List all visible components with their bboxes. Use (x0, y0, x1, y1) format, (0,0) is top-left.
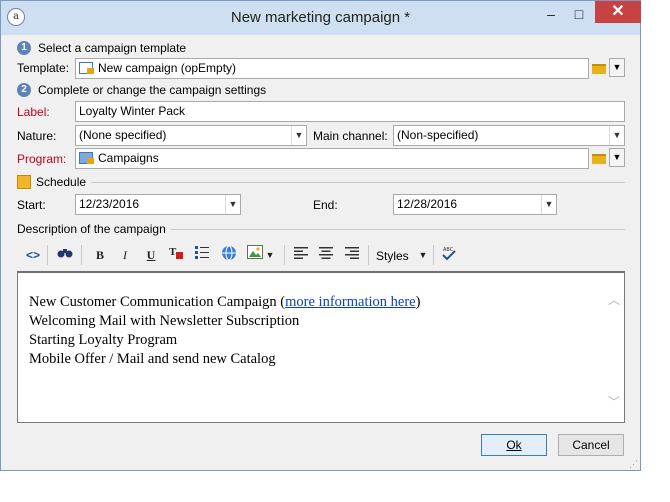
main-channel-select[interactable]: (Non-specified) ▼ (393, 125, 625, 146)
description-divider (171, 229, 625, 230)
template-dropdown-button[interactable]: ▼ (609, 58, 625, 77)
template-label: Template: (17, 61, 70, 75)
align-right-icon[interactable] (342, 245, 362, 265)
calendar-icon (17, 175, 31, 189)
insert-link-icon[interactable] (219, 245, 239, 265)
template-icon (79, 62, 94, 74)
chevron-down-icon[interactable]: ▼ (417, 245, 429, 265)
end-date-input[interactable]: 12/28/2016 ▼ (393, 194, 557, 215)
close-button[interactable]: ✕ (595, 1, 641, 23)
step-1-badge: 1 (17, 41, 31, 55)
step-1-text: Select a campaign template (38, 41, 187, 55)
start-label: Start: (17, 198, 46, 212)
toolbar-separator (433, 245, 434, 265)
nature-label: Nature: (17, 129, 57, 143)
chevron-down-icon[interactable]: ▼ (291, 126, 306, 145)
scroll-up-arrow[interactable]: ︿ (608, 291, 620, 308)
description-line-2: Welcoming Mail with Newsletter Subscript… (29, 313, 300, 329)
template-folder-icon[interactable] (592, 64, 606, 74)
program-dropdown-button[interactable]: ▼ (609, 148, 625, 167)
dialog-window: a New marketing campaign * – □ ✕ 1 Selec… (0, 0, 641, 471)
insert-image-icon[interactable] (245, 245, 265, 265)
resize-grip-icon[interactable]: ⋰ (629, 459, 638, 470)
chevron-down-icon[interactable]: ▼ (609, 126, 624, 145)
toolbar-separator (284, 245, 285, 265)
underline-button[interactable]: U (141, 245, 161, 265)
start-date-value: 12/23/2016 (79, 197, 140, 211)
description-line-1: New Customer Communication Campaign (mor… (29, 294, 421, 310)
description-line-3: Starting Loyalty Program (29, 332, 178, 348)
chevron-down-icon[interactable]: ▼ (264, 245, 276, 265)
step-2-badge: 2 (17, 83, 31, 97)
end-label: End: (313, 198, 338, 212)
nature-value: (None specified) (79, 128, 167, 142)
schedule-divider (91, 182, 625, 183)
label-label: Label: (17, 105, 50, 119)
align-left-icon[interactable] (291, 245, 311, 265)
template-field[interactable]: New campaign (opEmpty) (75, 58, 589, 79)
program-folder-icon[interactable] (592, 154, 606, 164)
bullet-list-icon[interactable] (192, 245, 212, 265)
minimize-button[interactable]: – (539, 3, 563, 25)
bold-button[interactable]: B (90, 245, 110, 265)
schedule-heading: Schedule (36, 175, 87, 189)
label-input[interactable]: Loyalty Winter Pack (75, 101, 625, 122)
start-date-input[interactable]: 12/23/2016 ▼ (75, 194, 241, 215)
nature-select[interactable]: (None specified) ▼ (75, 125, 307, 146)
text-color-icon[interactable]: T (166, 245, 186, 265)
description-heading: Description of the campaign (17, 222, 166, 236)
program-label: Program: (17, 152, 67, 166)
program-value: Campaigns (98, 151, 159, 165)
program-icon (79, 152, 94, 164)
toolbar-separator (368, 245, 369, 265)
main-channel-label: Main channel: (313, 129, 388, 143)
chevron-down-icon[interactable]: ▼ (541, 195, 556, 214)
svg-text:T: T (169, 246, 177, 258)
italic-button[interactable]: I (115, 245, 135, 265)
description-editor[interactable]: New Customer Communication Campaign (mor… (17, 271, 625, 423)
maximize-button[interactable]: □ (567, 3, 591, 25)
spell-check-icon[interactable]: ABC (439, 245, 459, 265)
ok-button[interactable]: Ok (481, 434, 547, 456)
description-line-4: Mobile Offer / Mail and send new Catalog (29, 351, 276, 367)
more-info-link[interactable]: more information here (285, 294, 415, 310)
source-code-icon[interactable]: <> (23, 245, 43, 265)
svg-text:ABC: ABC (443, 247, 454, 253)
align-center-icon[interactable] (316, 245, 336, 265)
toolbar-separator (47, 245, 48, 265)
chevron-down-icon[interactable]: ▼ (225, 195, 240, 214)
scroll-down-arrow[interactable]: ﹀ (608, 393, 620, 410)
cancel-button[interactable]: Cancel (558, 434, 624, 456)
end-date-value: 12/28/2016 (397, 197, 458, 211)
step-2-text: Complete or change the campaign settings (38, 83, 267, 97)
label-value: Loyalty Winter Pack (79, 104, 186, 118)
program-field[interactable]: Campaigns (75, 148, 589, 169)
binoculars-icon[interactable] (55, 245, 75, 265)
template-value: New campaign (opEmpty) (98, 61, 237, 75)
styles-dropdown[interactable]: Styles (376, 249, 409, 263)
main-channel-value: (Non-specified) (397, 128, 479, 142)
toolbar-separator (81, 245, 82, 265)
